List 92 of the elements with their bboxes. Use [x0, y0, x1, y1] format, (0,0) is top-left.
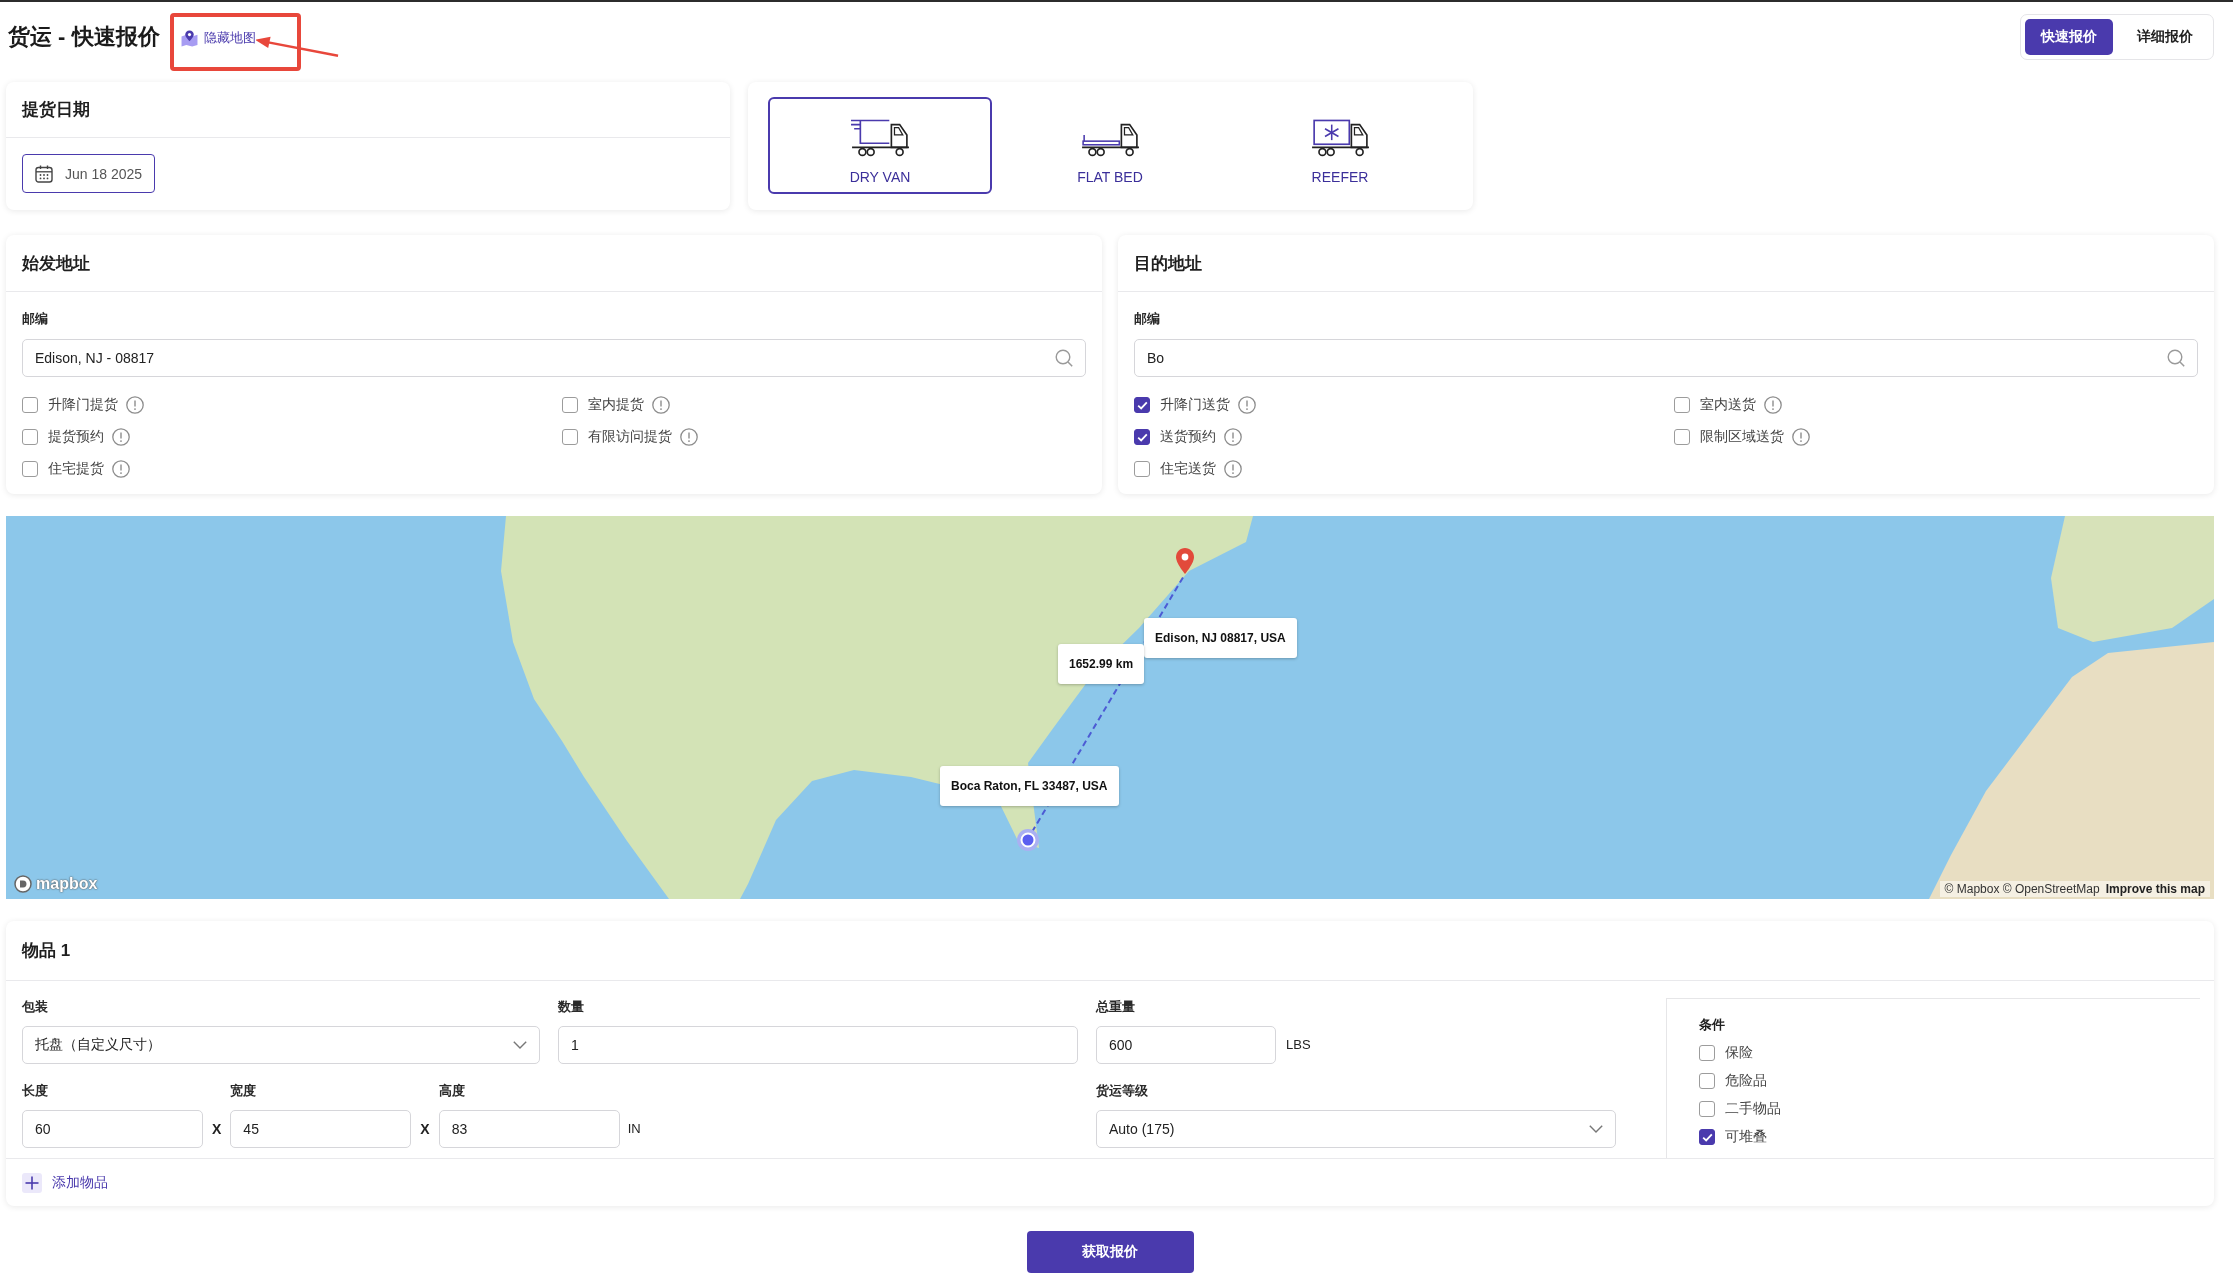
section-title: 物品 1: [22, 940, 71, 962]
freight-class-select[interactable]: Auto (175): [1096, 1110, 1616, 1148]
option-label: 送货预约: [1160, 428, 1216, 446]
exclamation-circle-icon[interactable]: [126, 396, 144, 414]
logo-text: mapbox: [36, 875, 98, 893]
option-label: 升降门送货: [1160, 396, 1230, 414]
location-dot-icon[interactable]: [1017, 829, 1039, 851]
hide-map-link[interactable]: 隐藏地图: [180, 29, 256, 47]
date-picker-button[interactable]: Jun 18 2025: [22, 154, 156, 193]
exclamation-circle-icon[interactable]: [1792, 428, 1810, 446]
field-label: 数量: [558, 998, 584, 1016]
check-icon: [1136, 400, 1148, 410]
checkbox[interactable]: [22, 461, 38, 477]
section-title: 目的地址: [1134, 252, 1202, 275]
dimension-input[interactable]: 60: [22, 1110, 203, 1148]
checkbox[interactable]: [22, 429, 38, 445]
dimension-separator: X: [419, 1120, 431, 1139]
checkbox[interactable]: [1674, 397, 1690, 413]
check-icon: [1136, 432, 1148, 442]
exclamation-circle-icon[interactable]: [680, 428, 698, 446]
exclamation-circle-icon[interactable]: [1224, 460, 1242, 478]
dimension-input[interactable]: 45: [230, 1110, 412, 1148]
option-label: 提货预约: [48, 428, 104, 446]
option-label: 住宅提货: [48, 460, 104, 478]
checkbox[interactable]: [562, 397, 578, 413]
section-title: 提货日期: [22, 99, 90, 121]
field-label: 总重量: [1096, 998, 1135, 1016]
chevron-down-icon[interactable]: [1589, 1125, 1603, 1133]
dimension-input[interactable]: 83: [438, 1110, 620, 1148]
packaging-select[interactable]: 托盘（自定义尺寸）: [22, 1026, 540, 1064]
location-popup: Boca Raton, FL 33487, USA: [940, 766, 1119, 806]
attribution-text: © Mapbox © OpenStreetMap: [1944, 882, 2100, 896]
checkbox[interactable]: [1674, 429, 1690, 445]
checkbox[interactable]: [1134, 461, 1150, 477]
checkbox[interactable]: [1699, 1129, 1715, 1145]
option-label: 二手物品: [1725, 1100, 1781, 1118]
chevron-down-icon[interactable]: [513, 1041, 527, 1049]
exclamation-circle-icon[interactable]: [1238, 396, 1256, 414]
exclamation-circle-icon[interactable]: [652, 396, 670, 414]
option-label: 保险: [1725, 1044, 1753, 1062]
option-label: 住宅送货: [1160, 460, 1216, 478]
quote-mode-tab[interactable]: 快速报价: [2025, 19, 2113, 55]
checkbox[interactable]: [1699, 1045, 1715, 1061]
field-label: 长度: [22, 1082, 48, 1100]
add-item-button[interactable]: 添加物品: [22, 1172, 108, 1193]
option-label: 可堆叠: [1725, 1128, 1767, 1146]
exclamation-circle-icon[interactable]: [112, 428, 130, 446]
option-label: 有限访问提货: [588, 428, 672, 446]
exclamation-circle-icon[interactable]: [1224, 428, 1242, 446]
page-title: 货运 - 快速报价: [8, 23, 160, 51]
equipment-option[interactable]: DRY VAN: [768, 97, 992, 194]
improve-map-link[interactable]: Improve this map: [2105, 882, 2205, 896]
unit-label: LBS: [1286, 1036, 1311, 1054]
field-label: 邮编: [22, 310, 48, 328]
option-label: 危险品: [1725, 1072, 1767, 1090]
section-title: 始发地址: [22, 252, 90, 275]
zip-input[interactable]: Edison, NJ - 08817: [22, 339, 1086, 377]
option-label: 室内送货: [1700, 396, 1756, 414]
field-label: 包装: [22, 998, 48, 1016]
option-label: 升降门提货: [48, 396, 118, 414]
option-label: 限制区域送货: [1700, 428, 1784, 446]
get-quote-button[interactable]: 获取报价: [1026, 1231, 1194, 1273]
zip-input[interactable]: Bo: [1134, 339, 2198, 377]
option-label: 室内提货: [588, 396, 644, 414]
weight-input[interactable]: 600: [1096, 1026, 1276, 1064]
conditions-title: 条件: [1699, 1016, 1725, 1034]
exclamation-circle-icon[interactable]: [112, 460, 130, 478]
search-icon[interactable]: [2167, 349, 2185, 367]
distance-popup: 1652.99 km: [1058, 644, 1145, 684]
field-label: 宽度: [230, 1082, 257, 1100]
map-pin-icon[interactable]: [1176, 548, 1194, 574]
dimension-separator: X: [211, 1120, 223, 1139]
checkbox[interactable]: [562, 429, 578, 445]
quote-mode-tab[interactable]: 详细报价: [2121, 19, 2209, 55]
unit-label: IN: [627, 1120, 641, 1138]
calendar-icon: [35, 164, 53, 183]
field-label: 货运等级: [1096, 1082, 1148, 1100]
map-icon: [180, 29, 198, 47]
exclamation-circle-icon[interactable]: [1764, 396, 1782, 414]
search-icon[interactable]: [1055, 349, 1073, 367]
field-label: 邮编: [1134, 310, 1160, 328]
check-icon: [1701, 1132, 1713, 1142]
checkbox[interactable]: [1699, 1101, 1715, 1117]
checkbox[interactable]: [1134, 429, 1150, 445]
plus-icon: [22, 1172, 42, 1193]
checkbox[interactable]: [1699, 1073, 1715, 1089]
logo-icon: [14, 875, 32, 893]
location-popup: Edison, NJ 08817, USA: [1144, 618, 1297, 658]
field-label: 高度: [438, 1082, 465, 1100]
checkbox[interactable]: [22, 397, 38, 413]
checkbox[interactable]: [1134, 397, 1150, 413]
quantity-input[interactable]: 1: [558, 1026, 1078, 1064]
